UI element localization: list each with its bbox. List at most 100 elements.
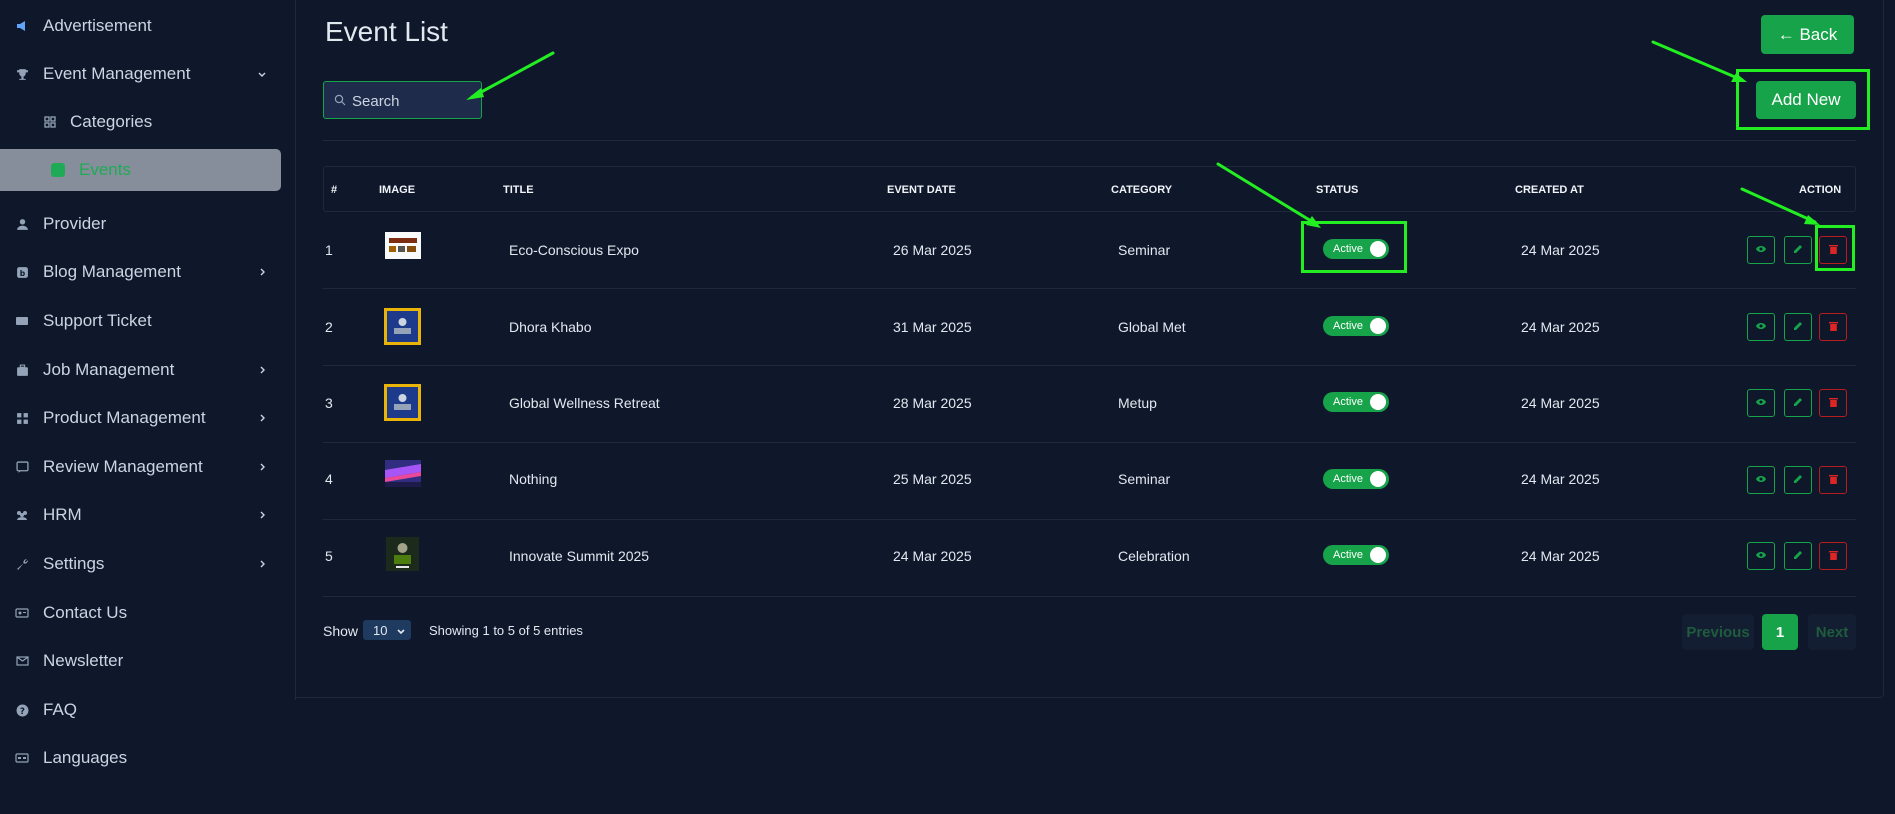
trash-icon xyxy=(1828,394,1838,412)
view-button[interactable] xyxy=(1747,236,1775,264)
pencil-icon xyxy=(1793,471,1803,489)
view-button[interactable] xyxy=(1747,313,1775,341)
sidebar-item-label: Support Ticket xyxy=(43,311,152,330)
created-at: 24 Mar 2025 xyxy=(1521,395,1600,411)
pencil-icon xyxy=(1793,547,1803,565)
sidebar-item-advertisement[interactable]: Advertisement xyxy=(0,4,285,48)
event-category: Metup xyxy=(1118,395,1157,411)
sidebar-item-blog-management[interactable]: b Blog Management xyxy=(0,250,285,294)
next-page-button[interactable]: Next xyxy=(1808,614,1856,650)
sidebar-item-label: FAQ xyxy=(43,700,78,719)
page-size-select[interactable]: 10 xyxy=(363,620,411,640)
table-row: 2 Dhora Khabo 31 Mar 2025 Global Met Act… xyxy=(323,289,1856,366)
eye-icon xyxy=(1755,547,1767,565)
sidebar: Advertisement Event Management Categorie… xyxy=(0,0,296,814)
sidebar-item-events[interactable]: Events xyxy=(0,149,281,191)
sidebar-item-newsletter[interactable]: Newsletter xyxy=(0,639,285,683)
delete-button[interactable] xyxy=(1819,389,1847,417)
previous-page-button[interactable]: Previous xyxy=(1682,614,1754,650)
event-title: Global Wellness Retreat xyxy=(509,395,660,411)
search-box[interactable] xyxy=(323,81,482,119)
trash-icon xyxy=(1828,547,1838,565)
question-icon: ? xyxy=(14,702,30,718)
current-page-label: 1 xyxy=(1775,623,1785,641)
sidebar-item-languages[interactable]: Languages xyxy=(0,736,285,780)
sidebar-item-faq[interactable]: ? FAQ xyxy=(0,688,285,732)
search-icon xyxy=(334,93,346,111)
toggle-knob xyxy=(1370,394,1386,410)
edit-button[interactable] xyxy=(1784,389,1812,417)
sidebar-item-job-management[interactable]: Job Management xyxy=(0,348,285,392)
column-header-category: CATEGORY xyxy=(1111,184,1173,196)
event-thumbnail[interactable] xyxy=(385,460,421,487)
megaphone-icon xyxy=(14,18,30,34)
chevron-right-icon xyxy=(255,557,269,571)
delete-button[interactable] xyxy=(1819,313,1847,341)
event-thumbnail[interactable] xyxy=(386,537,419,571)
sidebar-item-support-ticket[interactable]: Support Ticket xyxy=(0,299,285,343)
created-at: 24 Mar 2025 xyxy=(1521,242,1600,258)
chevron-down-icon xyxy=(255,67,269,81)
event-title: Eco-Conscious Expo xyxy=(509,242,639,258)
status-toggle[interactable]: Active xyxy=(1323,545,1389,565)
sidebar-item-event-management[interactable]: Event Management xyxy=(0,52,285,96)
sidebar-item-product-management[interactable]: Product Management xyxy=(0,396,285,440)
sidebar-item-label: Product Management xyxy=(43,408,206,427)
created-at: 24 Mar 2025 xyxy=(1521,548,1600,564)
chevron-right-icon xyxy=(255,460,269,474)
status-label: Active xyxy=(1333,473,1363,485)
status-label: Active xyxy=(1333,549,1363,561)
sidebar-item-hrm[interactable]: HRM xyxy=(0,493,285,537)
svg-text:b: b xyxy=(19,268,25,277)
toggle-knob xyxy=(1370,471,1386,487)
event-category: Seminar xyxy=(1118,242,1171,258)
event-category: Seminar xyxy=(1118,471,1171,487)
view-button[interactable] xyxy=(1747,389,1775,417)
grid-icon xyxy=(42,114,58,130)
show-label: Show xyxy=(323,623,359,639)
back-button[interactable]: ← Back xyxy=(1761,15,1854,54)
page-title: Event List xyxy=(325,16,448,47)
sidebar-item-label: Events xyxy=(79,160,131,179)
briefcase-icon xyxy=(14,362,30,378)
user-icon xyxy=(14,216,30,232)
event-category: Global Met xyxy=(1118,319,1186,335)
delete-button[interactable] xyxy=(1819,466,1847,494)
chevron-down-icon xyxy=(396,625,406,640)
event-title: Nothing xyxy=(509,471,558,487)
sidebar-item-label: Provider xyxy=(43,214,107,233)
chevron-right-icon xyxy=(255,411,269,425)
row-number: 4 xyxy=(325,471,333,487)
edit-button[interactable] xyxy=(1784,542,1812,570)
edit-button[interactable] xyxy=(1784,313,1812,341)
view-button[interactable] xyxy=(1747,542,1775,570)
event-thumbnail[interactable] xyxy=(385,232,421,259)
status-toggle[interactable]: Active xyxy=(1323,392,1389,412)
sidebar-item-review-management[interactable]: Review Management xyxy=(0,445,285,489)
status-toggle[interactable]: Active xyxy=(1323,316,1389,336)
view-button[interactable] xyxy=(1747,466,1775,494)
delete-button[interactable] xyxy=(1819,542,1847,570)
sidebar-item-contact-us[interactable]: Contact Us xyxy=(0,591,285,635)
sidebar-item-label: Advertisement xyxy=(43,16,152,35)
page-1-button[interactable]: 1 xyxy=(1762,614,1798,650)
event-title: Innovate Summit 2025 xyxy=(509,548,650,564)
ticket-icon xyxy=(14,313,30,329)
event-thumbnail[interactable] xyxy=(384,308,421,345)
column-header-created-at: CREATED AT xyxy=(1515,184,1584,196)
search-input[interactable] xyxy=(352,90,472,112)
edit-button[interactable] xyxy=(1784,236,1812,264)
status-toggle[interactable]: Active xyxy=(1323,469,1389,489)
language-icon xyxy=(14,750,30,766)
sidebar-item-provider[interactable]: Provider xyxy=(0,202,285,246)
edit-button[interactable] xyxy=(1784,466,1812,494)
status-label: Active xyxy=(1333,320,1363,332)
sidebar-item-settings[interactable]: Settings xyxy=(0,542,285,586)
sidebar-item-categories[interactable]: Categories xyxy=(0,100,285,144)
event-thumbnail[interactable] xyxy=(384,384,421,421)
column-header-action: ACTION xyxy=(1799,184,1842,196)
event-date: 28 Mar 2025 xyxy=(893,395,972,411)
eye-icon xyxy=(1755,394,1767,412)
table-row: 1 Eco-Conscious Expo 26 Mar 2025 Seminar… xyxy=(323,212,1856,289)
pencil-icon xyxy=(1793,318,1803,336)
